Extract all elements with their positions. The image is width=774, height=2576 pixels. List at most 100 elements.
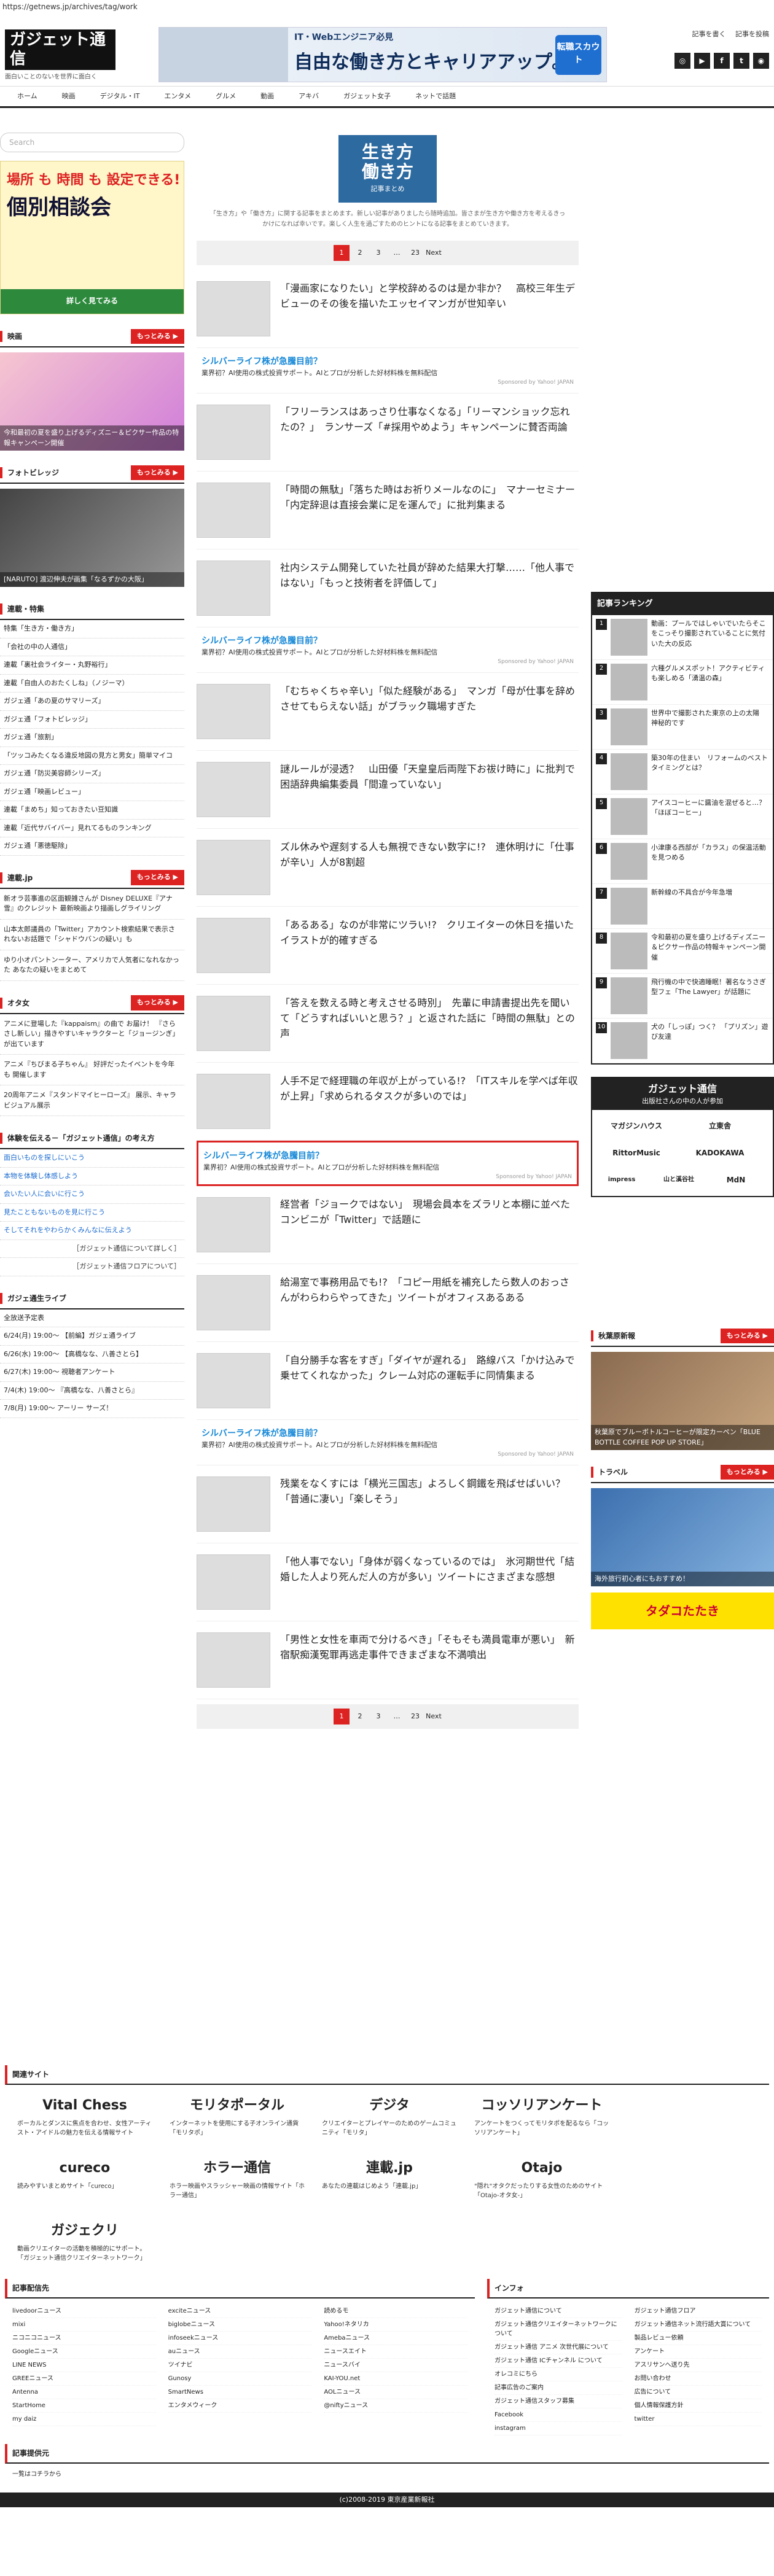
dist-link[interactable]: StartHome bbox=[12, 2399, 156, 2413]
article-item[interactable]: 人手不足で経理職の年収が上がっている!? 「ITスキルを学べば年収が上昇」「求め… bbox=[197, 1063, 579, 1141]
search-input[interactable]: Search bbox=[0, 133, 184, 152]
dist-link[interactable]: exciteニュース bbox=[168, 2305, 312, 2318]
info-link[interactable]: instagram bbox=[495, 2422, 622, 2435]
related-site[interactable]: 連載.jp あなたの連載はじめよう「連載.jp」 bbox=[322, 2154, 457, 2208]
article-item[interactable]: ズル休みや遅刻する人も無視できない数字に!? 連休明けに「仕事が辛い」人が8割超 bbox=[197, 829, 579, 907]
nav-akiba[interactable]: アキバ bbox=[286, 91, 331, 102]
list-item[interactable]: 連載「自由人のおたくしね」（ノジーマ） bbox=[0, 675, 184, 692]
info-link[interactable]: ガジェット通信 ICチャンネル について bbox=[495, 2354, 622, 2368]
publisher-logo[interactable]: 山と溪谷社 bbox=[651, 1169, 706, 1191]
info-link[interactable]: ガジェット通信について bbox=[495, 2305, 622, 2318]
more-button[interactable]: もっとみる ▶ bbox=[720, 1328, 774, 1344]
article-thumbnail[interactable] bbox=[197, 840, 270, 895]
rss-icon[interactable]: ◉ bbox=[753, 53, 769, 69]
article-item[interactable]: 「むちゃくちゃ辛い」「似た経験がある」 マンガ「母が仕事を辞めさせてもらえない話… bbox=[197, 673, 579, 751]
list-item[interactable]: 「会社の中の人通信」 bbox=[0, 638, 184, 656]
nav-video[interactable]: 動画 bbox=[248, 91, 286, 102]
info-link[interactable]: ガジェット通信クリエイターネットワークについて bbox=[495, 2318, 622, 2341]
dist-link[interactable]: GREEニュース bbox=[12, 2372, 156, 2386]
instagram-icon[interactable]: ◎ bbox=[674, 53, 690, 69]
left-ad[interactable]: 場所 も 時間 も 設定できる! 個別相談会 詳しく見てみる bbox=[0, 161, 184, 314]
page-2[interactable]: 2 bbox=[352, 245, 368, 261]
ranking-item[interactable]: 5 アイスコーヒーに醤油を混ぜると…？ 「ほぼコーヒー」 bbox=[592, 794, 773, 839]
ranking-item[interactable]: 1 動画：プールではしゃいでいたらそこをこっそり撮影されていることに気付いた大の反… bbox=[592, 615, 773, 660]
ranking-item[interactable]: 3 世界中で撮影された東京の上の太陽 神秘的です bbox=[592, 705, 773, 750]
article-title[interactable]: 人手不足で経理職の年収が上がっている!? 「ITスキルを学べば年収が上昇」「求め… bbox=[280, 1074, 579, 1129]
info-link[interactable]: ガジェット通信フロア bbox=[634, 2305, 762, 2318]
page-next[interactable]: Next bbox=[426, 245, 442, 261]
dist-link[interactable]: ニュースエイト bbox=[324, 2345, 468, 2359]
info-link[interactable]: お問い合わせ bbox=[634, 2372, 762, 2386]
movie-thumbnail[interactable]: 今和最初の夏を盛り上げるディズニー＆ピクサー作品の特報キャンペーン開催 bbox=[0, 352, 184, 451]
dist-link[interactable]: mixi bbox=[12, 2318, 156, 2332]
article-title[interactable]: 「答えを数える時と考えさせる時別」 先輩に申請書提出先を聞いて「どうすればいいと… bbox=[280, 996, 579, 1051]
page-next[interactable]: Next bbox=[426, 1709, 442, 1724]
nav-home[interactable]: ホーム bbox=[5, 91, 50, 102]
info-link[interactable]: twitter bbox=[634, 2413, 762, 2426]
more-button[interactable]: もっとみる ▶ bbox=[130, 465, 184, 481]
facebook-icon[interactable]: f bbox=[714, 53, 730, 69]
banner-button[interactable]: 転職スカウト bbox=[555, 35, 601, 75]
photo-thumbnail[interactable]: [NARUTO] 渡辺伸夫が画集「なるずかの大阪」 bbox=[0, 489, 184, 587]
list-item[interactable]: アニメに登場した『kappaism』の曲で お届け！ 『さらさし新しい」描きやす… bbox=[0, 1014, 184, 1055]
related-site[interactable]: ホラー通信 ホラー映画やスラッシャー映画の情報サイト「ホラー通信」 bbox=[170, 2154, 305, 2208]
info-link[interactable]: ガジェット通信 アニメ 次世代展について bbox=[495, 2341, 622, 2354]
info-link[interactable]: Facebook bbox=[495, 2408, 622, 2422]
article-thumbnail[interactable] bbox=[197, 1554, 270, 1610]
sponsored-item[interactable]: シルバーライフ株が急騰目前？ 業界初？AI使用の株式投資サポート。AIとプロが分析… bbox=[197, 1141, 579, 1186]
article-thumbnail[interactable] bbox=[197, 1275, 270, 1330]
list-item[interactable]: 全放送予定表 bbox=[0, 1309, 184, 1327]
list-item[interactable]: 6/27(木) 19:00〜 視聴者アンケート bbox=[0, 1364, 184, 1382]
dist-link[interactable]: Amebaニュース bbox=[324, 2332, 468, 2345]
site-logo[interactable]: ガジェット通信 面白いことのないを世界に面白く bbox=[5, 29, 115, 80]
list-item[interactable]: 山本太郎議員の「Twitter」アカウント検索結果で表示されないお話題で「シャド… bbox=[0, 920, 184, 950]
article-thumbnail[interactable] bbox=[197, 1197, 270, 1252]
related-site[interactable]: コッソリアンケート アンケートをつくってモリタポを配るなら「コッソリアンケート」 bbox=[474, 2091, 609, 2145]
article-item[interactable]: 「フリーランスはあっさり仕事なくなる」「リーマンショック忘れたの？」 ランサーズ… bbox=[197, 394, 579, 471]
related-site[interactable]: Otajo "隠れ"オタクだったりする女性のためのサイト「Otajo-オタ女-」 bbox=[474, 2154, 609, 2208]
dist-link[interactable]: AOLニュース bbox=[324, 2386, 468, 2399]
nav-net-topic[interactable]: ネットで話題 bbox=[403, 91, 468, 102]
related-site[interactable]: デジタ クリエイターとプレイヤーのためのゲームコミュニティ「モリタ」 bbox=[322, 2091, 457, 2145]
travel-ad-banner[interactable]: タダコたたき bbox=[591, 1593, 774, 1629]
article-item[interactable]: 「答えを数える時と考えさせる時別」 先輩に申請書提出先を聞いて「どうすればいいと… bbox=[197, 985, 579, 1063]
more-button[interactable]: もっとみる ▶ bbox=[130, 328, 184, 344]
dist-link[interactable]: ニュースバイ bbox=[324, 2359, 468, 2372]
dist-link[interactable]: my daiz bbox=[12, 2413, 156, 2426]
list-item[interactable]: 新オラ芸事進の区面観雑さんが Disney DELUXE『アナ雪』のクレジット … bbox=[0, 889, 184, 920]
dist-link[interactable]: Antenna bbox=[12, 2386, 156, 2399]
article-thumbnail[interactable] bbox=[197, 762, 270, 817]
publisher-logo[interactable]: RittorMusic bbox=[597, 1142, 676, 1164]
info-link[interactable]: ガジェット通信スタッフ募集 bbox=[495, 2395, 622, 2408]
nav-movie[interactable]: 映画 bbox=[50, 91, 88, 102]
nav-gadget-girl[interactable]: ガジェット女子 bbox=[331, 91, 403, 102]
page-3[interactable]: 3 bbox=[370, 1709, 386, 1724]
article-item[interactable]: 社内システム開発していた社員が辞めた結果大打撃……「他人事ではない」「もっと技術… bbox=[197, 549, 579, 627]
list-item[interactable]: ガジェ通「フォトビレッジ」 bbox=[0, 711, 184, 729]
page-1[interactable]: 1 bbox=[334, 245, 350, 261]
dist-link[interactable]: Yahoo!ネタリカ bbox=[324, 2318, 468, 2332]
more-button[interactable]: もっとみる ▶ bbox=[130, 995, 184, 1011]
sponsored-item[interactable]: シルバーライフ株が急騰目前？ 業界初？AI使用の株式投資サポート。AIとプロが分析… bbox=[197, 627, 579, 673]
list-item[interactable]: 7/8(月) 19:00〜 アーリー サーズ！ bbox=[0, 1400, 184, 1418]
list-item[interactable]: 面白いものを探しにいこう bbox=[0, 1149, 184, 1168]
akiba-thumbnail[interactable]: 秋葉原でブルーボトルコーヒーが限定カーペン「BLUE BOTTLE COFFEE… bbox=[591, 1352, 774, 1450]
page-1[interactable]: 1 bbox=[334, 1709, 350, 1724]
list-item[interactable]: ［ガジェット通信について詳しく］ bbox=[0, 1240, 184, 1258]
article-thumbnail[interactable] bbox=[197, 483, 270, 538]
list-item[interactable]: そしてそれをやわらかくみんなに伝えよう bbox=[0, 1222, 184, 1240]
more-button[interactable]: もっとみる ▶ bbox=[130, 870, 184, 885]
dist-link[interactable]: Googleニュース bbox=[12, 2345, 156, 2359]
info-link[interactable]: アンケート bbox=[634, 2345, 762, 2359]
publisher-logo[interactable]: MdN bbox=[711, 1169, 760, 1191]
dist-link[interactable]: @niftyニュース bbox=[324, 2399, 468, 2413]
article-title[interactable]: 「男性と女性を車両で分けるべき」「そもそも満員電車が悪い」 新宿駅痴漢冤罪再逃走… bbox=[280, 1632, 579, 1688]
article-item[interactable]: 「あるある」なのが非常にツラい!? クリエイターの休日を描いたイラストが的確すぎ… bbox=[197, 907, 579, 985]
publisher-logo[interactable]: マガジンハウス bbox=[597, 1115, 676, 1137]
article-item[interactable]: 「男性と女性を車両で分けるべき」「そもそも満員電車が悪い」 新宿駅痴漢冤罪再逃走… bbox=[197, 1621, 579, 1699]
article-thumbnail[interactable] bbox=[197, 918, 270, 973]
article-item[interactable]: 謎ルールが浸透？ 山田優「天皇皇后両陛下お祓け時に」に批判で困語辞典編集委員「間… bbox=[197, 751, 579, 829]
list-item[interactable]: 「ツッコみたくなる違反地図の見方と男女」簡単マイコ bbox=[0, 747, 184, 765]
related-site[interactable]: Vital Chess ボーカルとダンスに焦点を合わせ、女性アーティスト・アイドル… bbox=[17, 2091, 152, 2145]
ranking-item[interactable]: 10 犬の「しっぽ」つく？ 「プリズン」遊び友達 bbox=[592, 1018, 773, 1063]
